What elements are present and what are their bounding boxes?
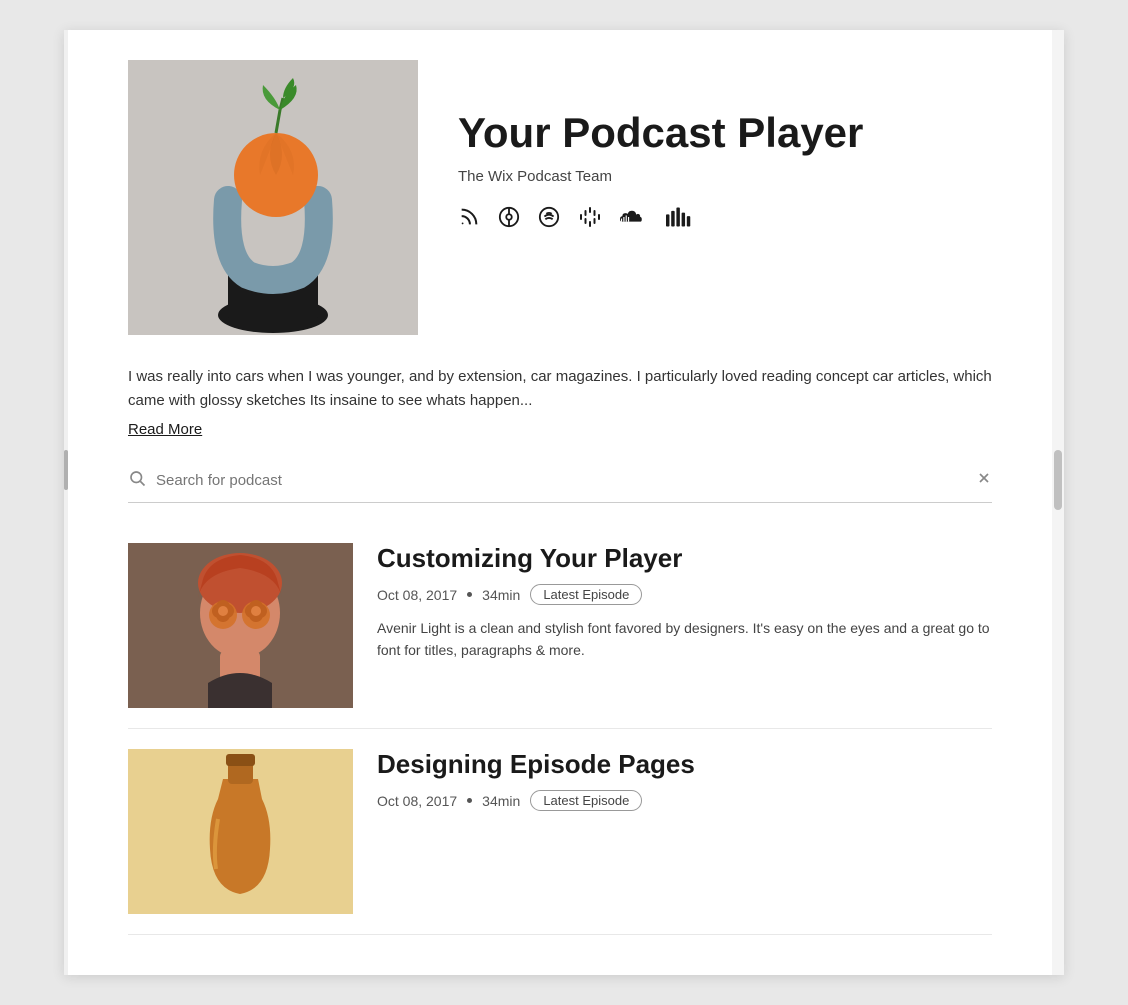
search-bar	[128, 469, 992, 503]
episode-2-date: Oct 08, 2017	[377, 793, 457, 809]
left-scrollbar	[64, 30, 68, 975]
search-clear-icon[interactable]	[976, 470, 992, 491]
episode-1-description: Avenir Light is a clean and stylish font…	[377, 617, 992, 662]
podcast-platform-icons	[458, 205, 992, 235]
episode-2-thumbnail	[128, 749, 353, 914]
episode-2-title: Designing Episode Pages	[377, 749, 992, 780]
episode-1-meta: Oct 08, 2017 34min Latest Episode	[377, 584, 992, 605]
page-content: Your Podcast Player The Wix Podcast Team	[68, 30, 1052, 975]
main-window: Your Podcast Player The Wix Podcast Team	[64, 30, 1064, 975]
episode-2-badge: Latest Episode	[530, 790, 642, 811]
ep2-image	[128, 749, 353, 914]
episode-1-date: Oct 08, 2017	[377, 587, 457, 603]
hero-description: I was really into cars when I was younge…	[128, 365, 992, 413]
read-more-link[interactable]: Read More	[128, 421, 202, 438]
rss-icon[interactable]	[458, 206, 480, 234]
apple-podcasts-icon[interactable]	[498, 206, 520, 234]
description-section: I was really into cars when I was younge…	[128, 365, 992, 439]
left-scrollbar-thumb	[64, 450, 68, 490]
episode-2-dot	[467, 798, 472, 803]
right-scrollbar	[1052, 30, 1064, 975]
hero-info: Your Podcast Player The Wix Podcast Team	[458, 60, 992, 235]
episode-1-title: Customizing Your Player	[377, 543, 992, 574]
search-icon	[128, 469, 146, 492]
episode-1-thumbnail	[128, 543, 353, 708]
search-input[interactable]	[156, 472, 966, 489]
episode-2-meta: Oct 08, 2017 34min Latest Episode	[377, 790, 992, 811]
episode-2-duration: 34min	[482, 793, 520, 809]
ep1-image	[128, 543, 353, 708]
podcast-author: The Wix Podcast Team	[458, 168, 992, 185]
hero-section: Your Podcast Player The Wix Podcast Team	[128, 60, 992, 335]
episode-1-badge: Latest Episode	[530, 584, 642, 605]
spotify-icon[interactable]	[538, 206, 560, 234]
episode-1-duration: 34min	[482, 587, 520, 603]
right-scrollbar-thumb[interactable]	[1054, 450, 1062, 510]
episode-1-info: Customizing Your Player Oct 08, 2017 34m…	[377, 543, 992, 662]
episode-2-info: Designing Episode Pages Oct 08, 2017 34m…	[377, 749, 992, 823]
hero-image	[128, 60, 418, 335]
charts-icon[interactable]	[666, 206, 692, 234]
episode-item-1: Customizing Your Player Oct 08, 2017 34m…	[128, 523, 992, 729]
episode-item-2: Designing Episode Pages Oct 08, 2017 34m…	[128, 729, 992, 935]
episode-1-dot	[467, 592, 472, 597]
google-podcasts-icon[interactable]	[578, 205, 602, 235]
podcast-title: Your Podcast Player	[458, 110, 992, 156]
soundcloud-icon[interactable]	[620, 206, 648, 234]
